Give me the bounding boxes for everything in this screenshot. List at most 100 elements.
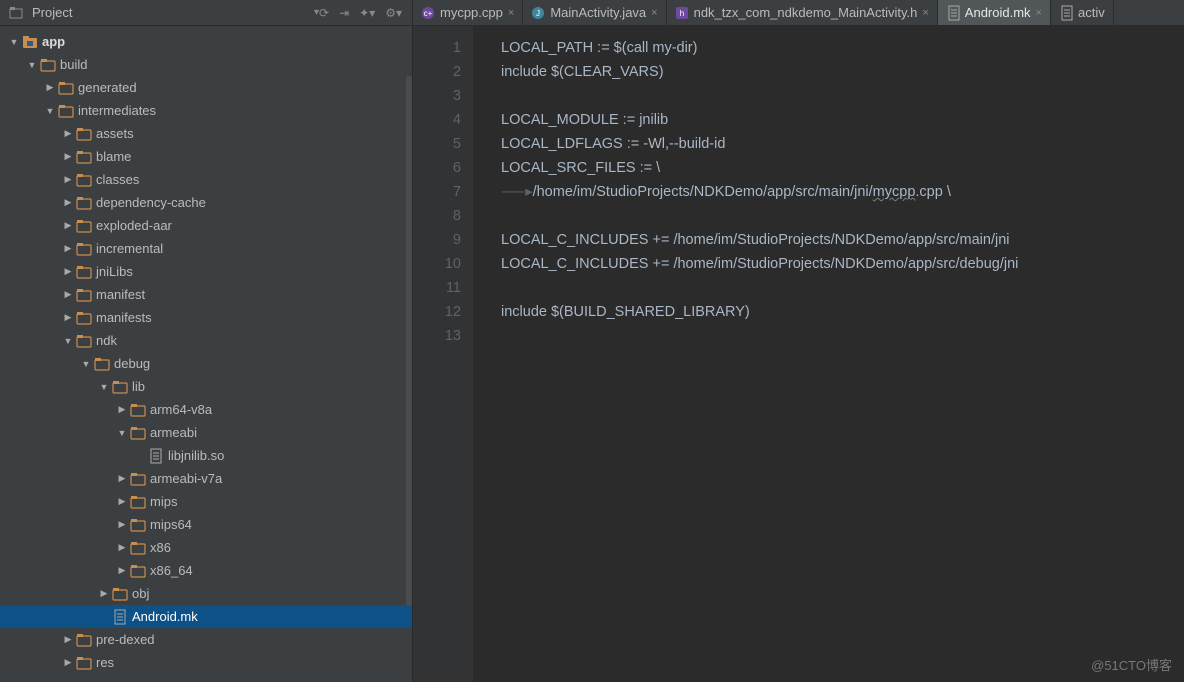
expand-icon[interactable]: ▶ bbox=[116, 519, 128, 530]
expand-icon[interactable]: ▶ bbox=[62, 197, 74, 208]
line-number: 8 bbox=[413, 204, 461, 228]
close-icon[interactable]: × bbox=[508, 7, 514, 19]
expand-icon[interactable]: ▶ bbox=[62, 634, 74, 645]
tree-item-obj[interactable]: ▶obj bbox=[0, 582, 412, 605]
tree-item-ndk[interactable]: ▼ndk bbox=[0, 329, 412, 352]
tree-item-x86-64[interactable]: ▶x86_64 bbox=[0, 559, 412, 582]
tree-item-exploded-aar[interactable]: ▶exploded-aar bbox=[0, 214, 412, 237]
tree-item-libjnilib-so[interactable]: libjnilib.so bbox=[0, 444, 412, 467]
tree-item-armeabi-v7a[interactable]: ▶armeabi-v7a bbox=[0, 467, 412, 490]
code-line[interactable] bbox=[501, 324, 1184, 348]
expand-icon[interactable]: ▶ bbox=[62, 128, 74, 139]
code-line[interactable] bbox=[501, 276, 1184, 300]
tree-item-label: manifest bbox=[96, 287, 145, 302]
tree-item-arm64-v8a[interactable]: ▶arm64-v8a bbox=[0, 398, 412, 421]
line-number: 3 bbox=[413, 84, 461, 108]
code-line[interactable]: include $(BUILD_SHARED_LIBRARY) bbox=[501, 300, 1184, 324]
expand-icon[interactable]: ▶ bbox=[62, 289, 74, 300]
tree-item-classes[interactable]: ▶classes bbox=[0, 168, 412, 191]
tree-item-manifest[interactable]: ▶ manifest bbox=[0, 283, 412, 306]
tree-item-assets[interactable]: ▶assets bbox=[0, 122, 412, 145]
code-line[interactable]: LOCAL_LDFLAGS := -Wl,--build-id bbox=[501, 132, 1184, 156]
code-line[interactable]: LOCAL_C_INCLUDES += /home/im/StudioProje… bbox=[501, 252, 1184, 276]
expand-icon[interactable]: ▶ bbox=[116, 473, 128, 484]
tab-mycpp-cpp[interactable]: c+mycpp.cpp× bbox=[413, 0, 523, 25]
tab-android-mk[interactable]: Android.mk× bbox=[938, 0, 1051, 25]
code-line[interactable]: LOCAL_C_INCLUDES += /home/im/StudioProje… bbox=[501, 228, 1184, 252]
line-number: 12 bbox=[413, 300, 461, 324]
tree-item-lib[interactable]: ▼ lib bbox=[0, 375, 412, 398]
tab-mainactivity-java[interactable]: JMainActivity.java× bbox=[523, 0, 666, 25]
view-options-icon[interactable]: ✦▾ bbox=[359, 6, 375, 20]
tree-item-label: debug bbox=[114, 356, 150, 371]
line-number: 13 bbox=[413, 324, 461, 348]
code-line[interactable] bbox=[501, 204, 1184, 228]
expand-icon[interactable]: ▶ bbox=[62, 220, 74, 231]
expand-icon[interactable]: ▼ bbox=[116, 428, 128, 438]
tree-item-jnilibs[interactable]: ▶jniLibs bbox=[0, 260, 412, 283]
expand-icon[interactable]: ▶ bbox=[98, 588, 110, 599]
project-icon bbox=[8, 5, 24, 21]
tree-item-mips64[interactable]: ▶mips64 bbox=[0, 513, 412, 536]
tree-item-armeabi[interactable]: ▼armeabi bbox=[0, 421, 412, 444]
tree-item-debug[interactable]: ▼ debug bbox=[0, 352, 412, 375]
settings-icon[interactable]: ⚙▾ bbox=[385, 6, 402, 20]
folder-icon bbox=[76, 126, 92, 142]
expand-icon[interactable]: ▶ bbox=[62, 151, 74, 162]
code-line[interactable]: LOCAL_PATH := $(call my-dir) bbox=[501, 36, 1184, 60]
tab-label: mycpp.cpp bbox=[440, 5, 503, 20]
expand-icon[interactable]: ▶ bbox=[116, 542, 128, 553]
tree-item-x86[interactable]: ▶x86 bbox=[0, 536, 412, 559]
tree-item-dependency-cache[interactable]: ▶dependency-cache bbox=[0, 191, 412, 214]
tree-item-label: res bbox=[96, 655, 114, 670]
folder-icon bbox=[76, 632, 92, 648]
code-line[interactable]: LOCAL_SRC_FILES := \ bbox=[501, 156, 1184, 180]
tab-label: activ bbox=[1078, 5, 1105, 20]
tab-ndk-tzx-com-ndkdemo-mainactivity-h[interactable]: hndk_tzx_com_ndkdemo_MainActivity.h× bbox=[667, 0, 938, 25]
expand-icon[interactable]: ▶ bbox=[44, 82, 56, 93]
expand-icon[interactable]: ▼ bbox=[26, 60, 38, 70]
tree-item-intermediates[interactable]: ▼intermediates bbox=[0, 99, 412, 122]
tree-item-app[interactable]: ▼app bbox=[0, 30, 412, 53]
expand-icon[interactable]: ▶ bbox=[62, 243, 74, 254]
close-icon[interactable]: × bbox=[651, 7, 657, 19]
code-line[interactable]: ⸺▸/home/im/StudioProjects/NDKDemo/app/sr… bbox=[501, 180, 1184, 204]
tree-item-pre-dexed[interactable]: ▶pre-dexed bbox=[0, 628, 412, 651]
code-line[interactable]: LOCAL_MODULE := jnilib bbox=[501, 108, 1184, 132]
tree-item-label: lib bbox=[132, 379, 145, 394]
tree-item-mips[interactable]: ▶mips bbox=[0, 490, 412, 513]
folder-icon bbox=[130, 540, 146, 556]
tab-activ[interactable]: activ bbox=[1051, 0, 1114, 25]
code-line[interactable] bbox=[501, 84, 1184, 108]
tree-item-build[interactable]: ▼build bbox=[0, 53, 412, 76]
code-content[interactable]: LOCAL_PATH := $(call my-dir)include $(CL… bbox=[473, 26, 1184, 682]
code-line[interactable]: include $(CLEAR_VARS) bbox=[501, 60, 1184, 84]
tree-item-res[interactable]: ▶ res bbox=[0, 651, 412, 674]
scrollbar[interactable] bbox=[406, 76, 412, 606]
expand-icon[interactable]: ▶ bbox=[116, 496, 128, 507]
expand-icon[interactable]: ▶ bbox=[116, 404, 128, 415]
expand-icon[interactable]: ▶ bbox=[116, 565, 128, 576]
expand-icon[interactable]: ▼ bbox=[8, 37, 20, 47]
autoscroll-icon[interactable]: ⇥ bbox=[339, 6, 349, 20]
tree-item-blame[interactable]: ▶blame bbox=[0, 145, 412, 168]
expand-icon[interactable]: ▶ bbox=[62, 174, 74, 185]
watermark: @51CTO博客 bbox=[1091, 655, 1172, 674]
expand-icon[interactable]: ▶ bbox=[62, 312, 74, 323]
tree-item-generated[interactable]: ▶generated bbox=[0, 76, 412, 99]
sync-icon[interactable]: ⟳ bbox=[319, 6, 329, 20]
expand-icon[interactable]: ▼ bbox=[62, 336, 74, 346]
folder-icon bbox=[40, 57, 56, 73]
tree-item-incremental[interactable]: ▶incremental bbox=[0, 237, 412, 260]
tree-item-manifests[interactable]: ▶manifests bbox=[0, 306, 412, 329]
folder-icon bbox=[130, 563, 146, 579]
close-icon[interactable]: × bbox=[922, 7, 928, 19]
close-icon[interactable]: × bbox=[1036, 7, 1042, 19]
tree-item-android-mk[interactable]: Android.mk bbox=[0, 605, 412, 628]
expand-icon[interactable]: ▶ bbox=[62, 657, 74, 668]
expand-icon[interactable]: ▼ bbox=[98, 382, 110, 392]
project-tree[interactable]: ▼app▼build▶generated▼intermediates▶asset… bbox=[0, 26, 412, 682]
expand-icon[interactable]: ▶ bbox=[62, 266, 74, 277]
expand-icon[interactable]: ▼ bbox=[44, 106, 56, 116]
expand-icon[interactable]: ▼ bbox=[80, 359, 92, 369]
